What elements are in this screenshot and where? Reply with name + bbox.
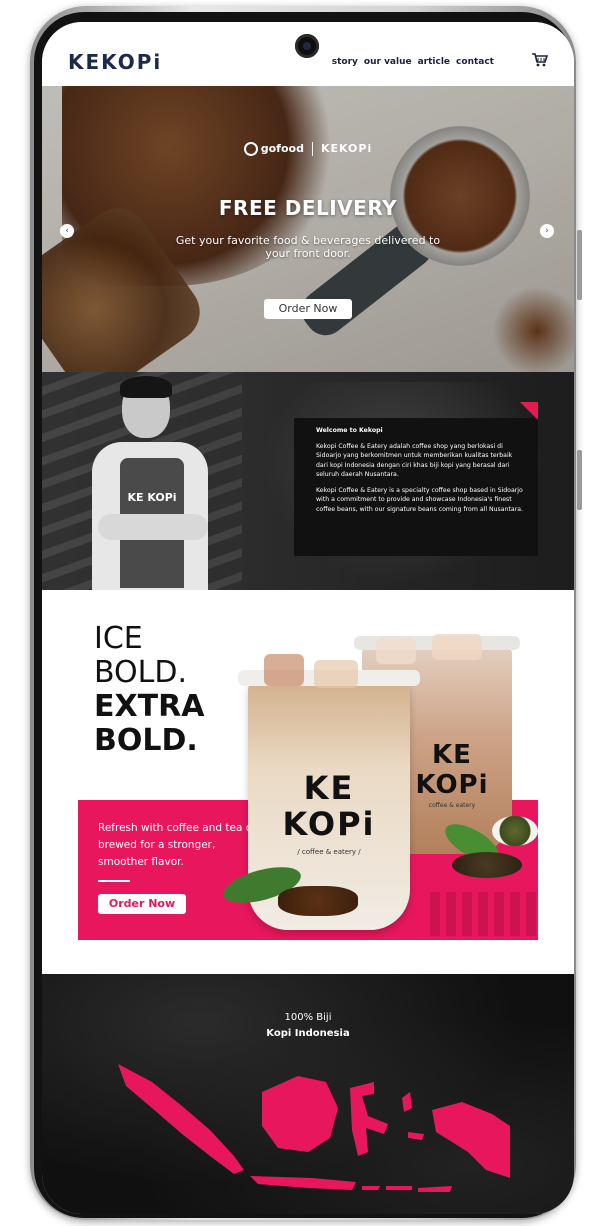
cup-back-logo: KE KOPi	[415, 740, 489, 800]
apron-logo: KE KOPi	[127, 491, 177, 504]
main-nav: story our value article contact	[332, 57, 494, 67]
welcome-paragraph-en: Kekopi Coffee & Eatery is a specialty co…	[316, 486, 524, 513]
tea-leaves-pile	[452, 852, 522, 878]
ice-cube	[264, 654, 304, 686]
pink-pattern	[430, 892, 540, 936]
welcome-text: Welcome to Kekopi Kekopi Coffee & Eatery…	[316, 426, 524, 520]
ice-headline-line2: BOLD.	[94, 655, 188, 690]
ice-headline-line4: BOLD.	[94, 723, 198, 758]
ice-headline: ICE BOLD. EXTRA BOLD.	[94, 622, 204, 758]
nav-our-value[interactable]: our value	[364, 57, 412, 67]
welcome-heading: Welcome to Kekopi	[316, 427, 383, 434]
phone-side-button-upper	[577, 230, 582, 300]
cart-icon[interactable]	[532, 53, 548, 67]
hero-subtitle: Get your favorite food & beverages deliv…	[175, 234, 441, 260]
ice-cube	[432, 634, 482, 660]
ice-headline-line1: ICE	[94, 621, 143, 656]
barista-arms	[98, 514, 208, 540]
cup-back-subtitle: coffee & eatery	[428, 802, 476, 809]
ice-cube	[314, 660, 358, 688]
cup-front-logo: KE KOPi	[282, 769, 376, 843]
hero-overlay	[42, 86, 574, 372]
map-heading-line2: Kopi Indonesia	[266, 1028, 350, 1039]
indonesia-map	[118, 1064, 510, 1192]
map-heading-line1: 100% Biji	[284, 1012, 332, 1023]
ice-description: Refresh with coffee and tea cold brewed …	[98, 822, 268, 868]
partner-divider	[311, 142, 313, 156]
chevron-left-icon[interactable]: ‹	[60, 224, 74, 238]
indonesia-map-section: 100% Biji Kopi Indonesia	[42, 974, 574, 1214]
hero-title: FREE DELIVERY	[218, 196, 398, 220]
gofood-logo: gofood	[260, 142, 304, 155]
hero-order-button[interactable]: Order Now	[264, 299, 352, 319]
phone-screen: KEKOPi story our value article contact g…	[42, 22, 574, 1214]
front-camera	[295, 34, 319, 58]
ice-cube	[376, 638, 416, 664]
ice-promo-section: ICE BOLD. EXTRA BOLD. Refresh with coffe…	[42, 590, 574, 974]
ice-headline-line3: EXTRA	[94, 689, 205, 724]
kekopi-partner-logo: KEKOPi	[320, 142, 373, 155]
chevron-right-icon[interactable]: ›	[540, 224, 554, 238]
nav-story[interactable]: story	[332, 57, 358, 67]
site-logo[interactable]: KEKOPi	[68, 50, 162, 74]
cup-front-subtitle: / coffee & eatery /	[297, 848, 361, 856]
barista-photo: KE KOPi	[42, 372, 262, 590]
welcome-card-accent	[520, 402, 538, 420]
gofood-icon	[243, 142, 258, 156]
hero-banner: gofood KEKOPi FREE DELIVERY Get your favo…	[42, 86, 574, 372]
nav-contact[interactable]: contact	[456, 57, 494, 67]
welcome-section: KE KOPi Welcome to Kekopi Kekopi Coffee …	[42, 372, 574, 590]
phone-side-button-lower	[577, 450, 582, 510]
ice-order-button[interactable]: Order Now	[98, 894, 186, 914]
barista-hair	[120, 376, 172, 398]
ice-divider	[98, 880, 130, 882]
welcome-paragraph-id: Kekopi Coffee & Eatery adalah coffee sho…	[316, 442, 513, 479]
partner-logos: gofood KEKOPi	[42, 142, 574, 156]
coffee-beans-pile	[278, 886, 358, 916]
nav-article[interactable]: article	[418, 57, 450, 67]
tea-bowl	[492, 816, 538, 846]
